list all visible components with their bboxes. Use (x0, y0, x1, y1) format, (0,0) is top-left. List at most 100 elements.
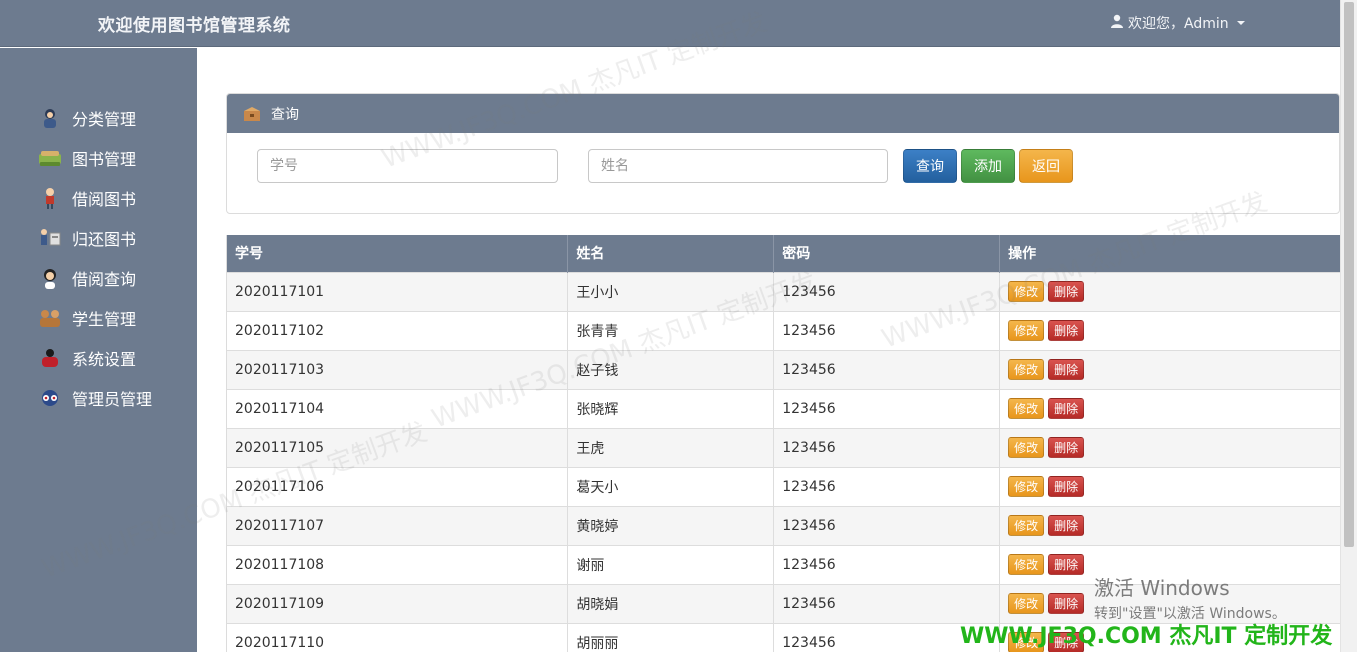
delete-button[interactable]: 删除 (1048, 320, 1085, 341)
person-icon (1110, 14, 1124, 32)
cell-password: 123456 (773, 427, 1001, 467)
delete-button[interactable]: 删除 (1048, 554, 1085, 575)
sidebar-item-admin[interactable]: 管理员管理 (0, 378, 197, 418)
table-row: 2020117101 王小小 123456 修改 删除 (227, 271, 1340, 311)
table-row: 2020117103 赵子钱 123456 修改 删除 (227, 349, 1340, 389)
settings-icon (38, 346, 62, 370)
sidebar-item-label: 系统设置 (72, 350, 137, 369)
cell-actions: 修改 删除 (999, 388, 1340, 428)
table-row: 2020117107 黄晓婷 123456 修改 删除 (227, 505, 1340, 545)
header-student-id: 学号 (227, 235, 569, 272)
cell-password: 123456 (773, 388, 1001, 428)
delete-button[interactable]: 删除 (1048, 515, 1085, 536)
row-actions: 修改 删除 (1008, 554, 1340, 575)
edit-button[interactable]: 修改 (1008, 554, 1045, 575)
search-panel-title: 查询 (271, 106, 299, 123)
sidebar-item-label: 归还图书 (72, 230, 137, 249)
back-button[interactable]: 返回 (1019, 149, 1073, 183)
sidebar-item-label: 分类管理 (72, 110, 137, 129)
sidebar-item-students[interactable]: 学生管理 (0, 298, 197, 338)
return-icon (38, 226, 62, 250)
sidebar-item-label: 借阅查询 (72, 270, 137, 289)
user-menu[interactable]: 欢迎您，Admin (1110, 13, 1245, 33)
cell-name: 王小小 (567, 271, 775, 311)
student-id-input[interactable] (257, 149, 558, 183)
header-password: 密码 (773, 235, 1001, 272)
table-row: 2020117106 葛天小 123456 修改 删除 (227, 466, 1340, 506)
cell-actions: 修改 删除 (999, 349, 1340, 389)
cell-name: 张晓辉 (567, 388, 775, 428)
delete-button[interactable]: 删除 (1048, 398, 1085, 419)
students-icon (38, 306, 62, 330)
cell-name: 葛天小 (567, 466, 775, 506)
cell-password: 123456 (773, 349, 1001, 389)
name-input[interactable] (588, 149, 888, 183)
table-row: 2020117104 张晓辉 123456 修改 删除 (227, 388, 1340, 428)
row-actions: 修改 删除 (1008, 281, 1340, 302)
scrollbar-thumb[interactable] (1344, 2, 1354, 547)
sidebar-nav: 分类管理 图书管理 借阅图书 归还图书 借阅查询 学生管理 系统设置 管理员管理 (0, 98, 197, 418)
delete-button[interactable]: 删除 (1048, 437, 1085, 458)
cell-student-id: 2020117104 (227, 388, 569, 428)
sidebar-item-label: 图书管理 (72, 150, 137, 169)
delete-button[interactable]: 删除 (1048, 476, 1085, 497)
row-actions: 修改 删除 (1008, 437, 1340, 458)
row-actions: 修改 删除 (1008, 359, 1340, 380)
cell-password: 123456 (773, 544, 1001, 584)
edit-button[interactable]: 修改 (1008, 320, 1045, 341)
search-panel-header: 查询 (227, 94, 1339, 133)
header-actions: 操作 (999, 235, 1340, 272)
edit-button[interactable]: 修改 (1008, 437, 1045, 458)
table-row: 2020117102 张青青 123456 修改 删除 (227, 310, 1340, 350)
box-icon (243, 105, 261, 123)
cell-name: 胡晓娟 (567, 583, 775, 623)
brand-watermark: WWW.JF3Q.COM 杰凡IT 定制开发 (960, 624, 1333, 649)
edit-button[interactable]: 修改 (1008, 398, 1045, 419)
header-name: 姓名 (567, 235, 775, 272)
delete-button[interactable]: 删除 (1048, 359, 1085, 380)
sidebar-item-return[interactable]: 归还图书 (0, 218, 197, 258)
top-bar: 欢迎使用图书馆管理系统 欢迎您，Admin (0, 0, 1340, 47)
sidebar-item-query[interactable]: 借阅查询 (0, 258, 197, 298)
cell-actions: 修改 删除 (999, 466, 1340, 506)
cell-student-id: 2020117108 (227, 544, 569, 584)
sidebar-item-books[interactable]: 图书管理 (0, 138, 197, 178)
vertical-scrollbar[interactable] (1340, 0, 1357, 652)
cell-student-id: 2020117110 (227, 622, 569, 652)
books-icon (38, 146, 62, 170)
cell-actions: 修改 删除 (999, 310, 1340, 350)
table-body: 2020117101 王小小 123456 修改 删除 2020117102 张青青 1234… (227, 271, 1340, 652)
cell-student-id: 2020117102 (227, 310, 569, 350)
delete-button[interactable]: 删除 (1048, 593, 1085, 614)
query-icon (38, 266, 62, 290)
sidebar-item-label: 学生管理 (72, 310, 137, 329)
add-button[interactable]: 添加 (961, 149, 1015, 183)
sidebar-item-borrow[interactable]: 借阅图书 (0, 178, 197, 218)
student-table-container: 学号 姓名 密码 操作 2020117101 王小小 123456 修改 删除 20201… (226, 235, 1340, 652)
cell-actions: 修改 删除 (999, 271, 1340, 311)
row-actions: 修改 删除 (1008, 593, 1340, 614)
cell-student-id: 2020117106 (227, 466, 569, 506)
query-button[interactable]: 查询 (903, 149, 957, 183)
search-panel-body: 查询 添加 返回 (227, 133, 1339, 213)
row-actions: 修改 删除 (1008, 476, 1340, 497)
table-row: 2020117108 谢丽 123456 修改 删除 (227, 544, 1340, 584)
cell-name: 黄晓婷 (567, 505, 775, 545)
table-row: 2020117105 王虎 123456 修改 删除 (227, 427, 1340, 467)
edit-button[interactable]: 修改 (1008, 476, 1045, 497)
cell-student-id: 2020117101 (227, 271, 569, 311)
edit-button[interactable]: 修改 (1008, 515, 1045, 536)
cell-student-id: 2020117109 (227, 583, 569, 623)
sidebar-item-label: 借阅图书 (72, 190, 137, 209)
edit-button[interactable]: 修改 (1008, 281, 1045, 302)
sidebar-item-settings[interactable]: 系统设置 (0, 338, 197, 378)
cell-password: 123456 (773, 505, 1001, 545)
edit-button[interactable]: 修改 (1008, 593, 1045, 614)
cell-student-id: 2020117103 (227, 349, 569, 389)
delete-button[interactable]: 删除 (1048, 281, 1085, 302)
cell-actions: 修改 删除 (999, 427, 1340, 467)
cell-student-id: 2020117107 (227, 505, 569, 545)
edit-button[interactable]: 修改 (1008, 359, 1045, 380)
cell-actions: 修改 删除 (999, 544, 1340, 584)
sidebar-item-category[interactable]: 分类管理 (0, 98, 197, 138)
